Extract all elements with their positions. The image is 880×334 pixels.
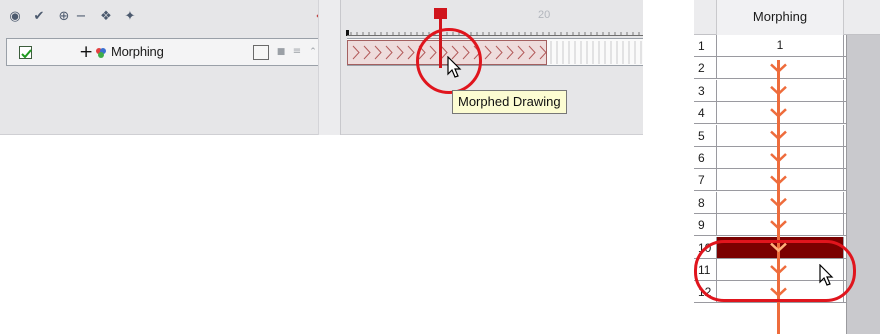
panel-divider[interactable] (318, 0, 340, 135)
xsheet-row[interactable]: 3 (694, 79, 846, 102)
layer-panel: ◉ ✔ ⊕ − ❖ ✦ ⟷ + Morphing ■ ≡ (0, 0, 340, 135)
xsheet-cell[interactable] (716, 191, 844, 213)
xsheet-row[interactable]: 9 (694, 214, 846, 237)
xsheet-cell[interactable] (716, 57, 844, 79)
frame-number: 3 (698, 83, 705, 98)
frame-number: 6 (698, 151, 705, 165)
xsheet-row[interactable]: 2 (694, 57, 846, 80)
xsheet-row[interactable]: 7 (694, 169, 846, 192)
remove-layer-icon[interactable]: − (72, 9, 90, 25)
column-header[interactable]: Morphing (716, 0, 844, 35)
ruler-ticks (346, 30, 640, 36)
frame-number: 2 (698, 61, 705, 76)
onion-skin-icon[interactable]: ◉ (6, 9, 24, 25)
xsheet-row[interactable]: 8 (694, 191, 846, 214)
timeline-toolbar: ◉ ✔ ⊕ − ❖ ✦ ⟷ (0, 0, 340, 38)
ruler-frame-number: 20 (538, 9, 551, 21)
frame-ruler[interactable]: 20 (341, 0, 643, 38)
mouse-cursor-icon (446, 55, 466, 80)
xsheet-cell[interactable] (716, 169, 844, 191)
timeline-frame-area[interactable]: 20 Morphed Drawing (341, 0, 643, 135)
drawing-layer-icon (94, 45, 108, 59)
layer-enable-checkbox[interactable] (19, 46, 32, 59)
layer-name[interactable]: Morphing (111, 44, 164, 59)
layer-row[interactable]: + Morphing ■ ≡ ⌃ (6, 38, 338, 66)
frame-number: 5 (698, 128, 705, 143)
xsheet-header: Morphing (694, 0, 880, 35)
tooltip: Morphed Drawing (452, 90, 567, 114)
frame-number: 9 (698, 218, 705, 233)
frame-number: 1 (698, 39, 705, 53)
xsheet-cell[interactable] (716, 79, 844, 101)
add-drawing-layer-icon[interactable]: ✔ (30, 9, 48, 25)
xsheet-row[interactable]: 11 (694, 35, 846, 57)
empty-frames (550, 41, 642, 64)
xsheet-row[interactable]: 6 (694, 147, 846, 169)
layer-stack-icon[interactable]: ≡ (291, 45, 303, 59)
lock-icon[interactable]: ■ (275, 45, 287, 59)
xsheet-cell[interactable] (716, 147, 844, 168)
expand-layer-icon[interactable]: + (79, 40, 93, 64)
effect-icon[interactable]: ✦ (121, 9, 139, 25)
morphing-layer-track[interactable] (347, 38, 643, 66)
frame-number: 8 (698, 195, 705, 210)
xsheet-cell[interactable] (716, 214, 844, 236)
xsheet-cell[interactable]: 1 (716, 35, 844, 56)
frame-number: 7 (698, 173, 705, 188)
cell-value: 1 (776, 38, 784, 52)
add-layer-icon[interactable]: ⊕ (55, 9, 73, 25)
xsheet-row[interactable]: 5 (694, 124, 846, 147)
layer-color-swatch[interactable] (253, 45, 269, 60)
xsheet-row[interactable]: 4 (694, 102, 846, 125)
xsheet-cell[interactable] (716, 102, 844, 124)
frame-number: 4 (698, 106, 705, 121)
empty-column (846, 35, 880, 334)
xsheet-cell[interactable] (716, 124, 844, 146)
peg-icon[interactable]: ❖ (97, 9, 115, 25)
mouse-cursor-icon (818, 263, 838, 288)
timeline-panel: ◉ ✔ ⊕ − ❖ ✦ ⟷ + Morphing ■ ≡ (0, 0, 643, 135)
ruler-baseline (347, 35, 643, 36)
